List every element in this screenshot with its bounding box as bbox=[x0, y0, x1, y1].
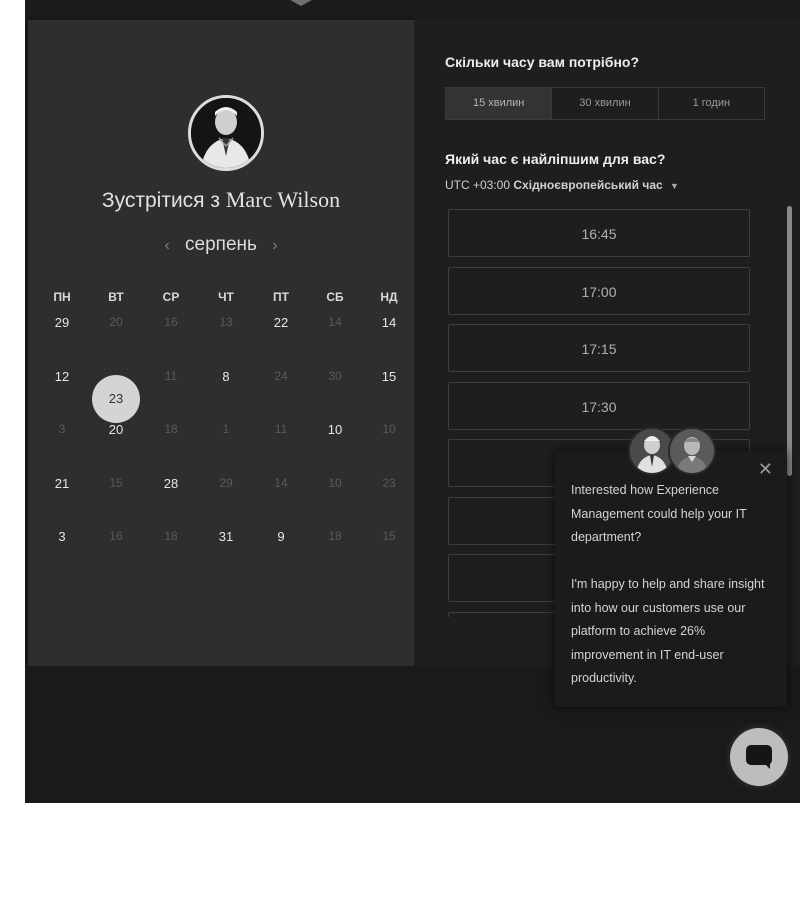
calendar-day[interactable]: 10 bbox=[315, 422, 355, 437]
popup-message: Interested how Experience Management cou… bbox=[571, 479, 776, 691]
calendar-day: 16 bbox=[164, 315, 178, 329]
calendar-day[interactable]: 20 bbox=[96, 422, 136, 437]
calendar-day[interactable]: 31 bbox=[206, 529, 246, 544]
calendar-day[interactable]: 8 bbox=[206, 369, 246, 384]
calendar-day: 24 bbox=[274, 369, 288, 383]
calendar-day: 13 bbox=[219, 315, 233, 329]
meeting-title-prefix: Зустрітися з bbox=[101, 189, 221, 212]
chat-popup: ✕ Interested how Experience Management c… bbox=[555, 427, 787, 707]
calendar-day: 30 bbox=[328, 369, 342, 383]
calendar-day: 10 bbox=[328, 476, 342, 490]
duration-15-button[interactable]: 15 хвилин bbox=[446, 88, 553, 119]
chat-launcher-button[interactable] bbox=[730, 728, 788, 786]
timezone-offset: UTC +03:00 bbox=[445, 178, 511, 192]
timeslot-scrollbar[interactable] bbox=[787, 206, 792, 476]
calendar-day[interactable]: 29 bbox=[42, 315, 82, 330]
caret-down-icon: ▼ bbox=[670, 181, 679, 191]
duration-selector: 15 хвилин 30 хвилин 1 годин bbox=[445, 87, 765, 120]
calendar-day: 16 bbox=[109, 529, 123, 543]
calendar-day: 10 bbox=[382, 422, 396, 436]
calendar-day: 15 bbox=[109, 476, 123, 490]
calendar-day: 29 bbox=[219, 476, 233, 490]
agent-portrait-2 bbox=[670, 429, 714, 473]
month-navigator: ‹ серпень › bbox=[28, 234, 414, 256]
calendar-day: 18 bbox=[328, 529, 342, 543]
host-name: Marc Wilson bbox=[225, 187, 341, 212]
calendar-day: 18 bbox=[164, 529, 178, 543]
calendar-day: 11 bbox=[274, 422, 288, 436]
header-pointer bbox=[283, 0, 319, 6]
chevron-right-icon[interactable]: › bbox=[262, 237, 287, 254]
calendar-day: 3 bbox=[58, 422, 66, 436]
calendar-day[interactable]: 14 bbox=[369, 315, 409, 330]
meeting-title: Зустрітися з Marc Wilson bbox=[28, 187, 414, 213]
calendar-day: 20 bbox=[109, 315, 123, 329]
calendar-day: 14 bbox=[274, 476, 288, 490]
timezone-name: Східноєвропейський час bbox=[513, 178, 663, 192]
calendar-day[interactable]: 15 bbox=[369, 369, 409, 384]
calendar-day: 14 bbox=[328, 315, 342, 329]
timeslot-button[interactable]: 17:30 bbox=[448, 381, 750, 430]
duration-30-button[interactable]: 30 хвилин bbox=[552, 88, 659, 119]
host-avatar bbox=[188, 95, 264, 171]
timeslot-button[interactable]: 16:45 bbox=[448, 209, 750, 257]
calendar-day[interactable]: 9 bbox=[261, 529, 301, 544]
calendar-panel: Зустрітися з Marc Wilson ‹ серпень › ПН В… bbox=[28, 20, 414, 666]
calendar-day: 11 bbox=[164, 369, 178, 383]
timeslot-button[interactable]: 17:15 bbox=[448, 324, 750, 372]
calendar-day-selected[interactable]: 23 bbox=[92, 375, 140, 423]
calendar-day[interactable]: 21 bbox=[42, 476, 82, 491]
agent-avatar-2 bbox=[668, 427, 716, 475]
calendar-day: 18 bbox=[164, 422, 178, 436]
calendar-day: 1 bbox=[222, 422, 230, 436]
time-question: Який час є найліпшим для вас? bbox=[445, 151, 666, 167]
month-label: серпень bbox=[185, 234, 257, 255]
chat-bubble-tail bbox=[762, 761, 770, 769]
calendar-day: 15 bbox=[382, 529, 396, 543]
weekday-label: НД bbox=[380, 290, 398, 304]
timezone-selector[interactable]: UTC +03:00 Східноєвропейський час ▼ bbox=[445, 178, 679, 192]
calendar-day[interactable]: 22 bbox=[261, 315, 301, 330]
chevron-left-icon[interactable]: ‹ bbox=[154, 237, 179, 254]
duration-60-button[interactable]: 1 годин bbox=[659, 88, 764, 119]
scheduling-app: Зустрітися з Marc Wilson ‹ серпень › ПН В… bbox=[25, 0, 800, 803]
popup-paragraph-1: Interested how Experience Management cou… bbox=[571, 483, 747, 544]
calendar-day[interactable]: 3 bbox=[42, 529, 82, 544]
weekday-label: ПТ bbox=[273, 290, 289, 304]
popup-paragraph-2: I'm happy to help and share insight into… bbox=[571, 577, 765, 685]
calendar-day: 23 bbox=[382, 476, 396, 490]
calendar-day[interactable]: 12 bbox=[42, 369, 82, 384]
agent-avatars bbox=[628, 427, 718, 477]
weekday-label: СБ bbox=[326, 290, 344, 304]
weekday-label: ЧТ bbox=[218, 290, 234, 304]
close-icon[interactable]: ✕ bbox=[758, 459, 773, 479]
weekday-label: СР bbox=[162, 290, 180, 304]
weekday-label: ВТ bbox=[108, 290, 124, 304]
calendar-day[interactable]: 28 bbox=[151, 476, 191, 491]
timeslot-button[interactable]: 17:00 bbox=[448, 266, 750, 315]
weekday-label: ПН bbox=[53, 290, 71, 304]
duration-question: Скільки часу вам потрібно? bbox=[445, 54, 640, 70]
host-portrait bbox=[191, 98, 261, 168]
